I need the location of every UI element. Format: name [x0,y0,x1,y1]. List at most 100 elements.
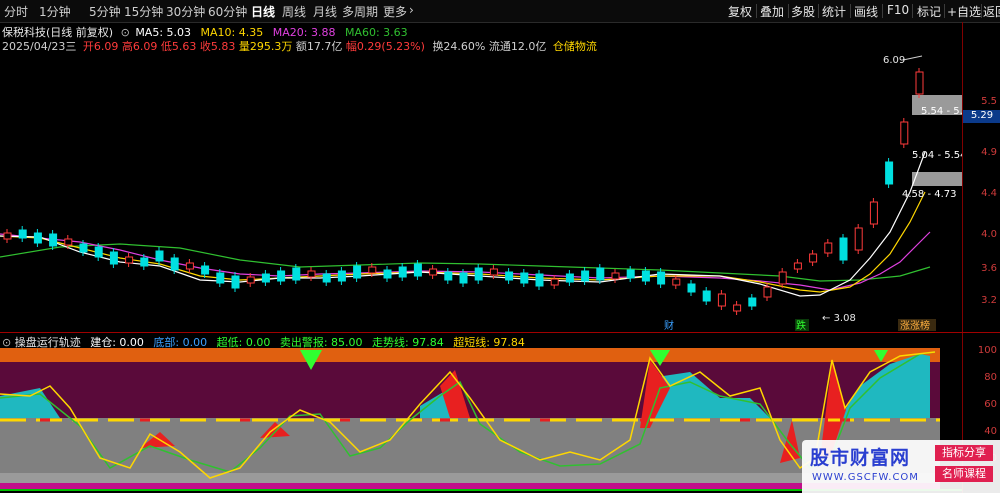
current-price-tag: 5.29 [963,110,1000,123]
candlesticks [3,68,924,315]
chevron-right-icon: › [409,3,414,17]
watermark-tag-1: 指标分享 [935,445,993,461]
price-tick: 3.6 [981,263,997,274]
divider [882,4,883,18]
tab-monthly[interactable]: 月线 [313,3,337,20]
f10-button[interactable]: F10 [887,3,909,17]
price-tick: 4.4 [981,188,997,199]
indicator-tick: 40 [984,426,997,437]
indicator-tick: 100 [977,345,997,356]
divider [756,4,757,18]
candle-body [140,257,149,267]
candle-body [778,271,787,285]
candle-body [717,293,726,307]
candle-body [839,237,848,261]
stats-button[interactable]: 统计 [822,3,846,20]
candle-body [353,265,362,279]
divider [850,4,851,18]
tab-daily[interactable]: 日线 [251,3,275,20]
pane-divider [0,332,1000,333]
candle-body [383,269,392,279]
floor-zone [0,473,940,483]
lower-zone [0,418,940,473]
candle-body [474,267,483,281]
divider [981,4,982,18]
finance-event-marker[interactable]: 财 [664,319,674,332]
low-price-label: ← 3.08 [822,313,856,324]
candle-body [611,272,620,280]
candle-body [231,275,240,289]
candle-body [201,265,210,275]
draw-line-button[interactable]: 画线 [854,3,878,20]
limit-up-marker[interactable]: 涨涨榜 [900,319,930,332]
candle-body [687,283,696,293]
tab-15min[interactable]: 15分钟 [124,3,163,20]
candle-body [489,268,498,276]
divider [912,4,913,18]
candle-body [398,266,407,278]
candle-body [596,267,605,281]
candle-body [64,238,73,246]
price-axis: 5.5 4.9 4.4 4.0 3.6 3.2 5.29 [962,22,1000,332]
watermark-site: 股市财富网 [810,447,911,469]
candle-body [337,270,346,282]
candle-body [854,227,863,251]
candle-body [3,232,12,240]
overlay-button[interactable]: 叠加 [760,3,784,20]
candle-body [216,272,225,284]
candle-body [49,233,58,247]
price-tick: 3.2 [981,295,997,306]
watermark-tag-2: 名师课程 [935,466,993,482]
tab-more[interactable]: 更多 [383,3,407,20]
candle-body [748,297,757,307]
tab-60min[interactable]: 60分钟 [208,3,247,20]
multi-stock-button[interactable]: 多股 [791,3,815,20]
divider [944,4,945,18]
candle-body [155,250,164,262]
gap-label-2: 5.04 - 5.54 [912,150,962,161]
divider [818,4,819,18]
candle-body [733,304,742,312]
candle-body [277,270,286,282]
kline-chart[interactable]: 6.09 ← 3.08 5.54 - 5. 5.04 - 5.54 4.58 -… [0,52,962,332]
tab-30min[interactable]: 30分钟 [166,3,205,20]
candle-body [702,290,711,302]
indicator-tick: 60 [984,399,997,410]
candle-body [915,71,924,95]
candle-body [170,257,179,271]
candle-body [292,267,301,281]
candle-body [33,232,42,244]
candle-body [763,286,772,298]
candle-body [307,270,316,278]
gap-label-1: 5.54 - 5. [921,106,962,117]
candle-body [18,229,27,239]
tab-fenshi[interactable]: 分时 [4,3,28,20]
candle-body [368,266,377,274]
divider [788,4,789,18]
candle-body [246,276,255,284]
back-button[interactable]: 返回 [983,3,1000,20]
candle-body [793,262,802,270]
candle-body [322,273,331,283]
watermark-url: WWW.GSCFW.COM [812,472,919,483]
candle-body [565,273,574,283]
tab-1min[interactable]: 1分钟 [39,3,71,20]
fuquan-button[interactable]: 复权 [728,3,752,20]
gap-label-3: 4.58 - 4.73 [902,189,957,200]
candle-body [79,243,88,253]
mark-button[interactable]: 标记 [917,3,941,20]
candle-body [125,256,134,264]
high-price-label: 6.09 [883,55,905,66]
drop-event-marker[interactable]: 跌 [796,319,806,332]
period-toolbar: 分时 1分钟 5分钟 15分钟 30分钟 60分钟 日线 周线 月线 多周期 更… [0,0,1000,23]
tab-multi-period[interactable]: 多周期 [342,3,378,20]
candle-body [869,201,878,225]
watermark: 股市财富网 WWW.GSCFW.COM 指标分享 名师课程 [802,440,1000,493]
tab-weekly[interactable]: 周线 [282,3,306,20]
candle-body [505,271,514,281]
tab-5min[interactable]: 5分钟 [89,3,121,20]
bottom-band [0,483,940,490]
candle-body [900,121,909,145]
add-favorite-button[interactable]: +自选 [947,3,981,20]
price-tick: 4.9 [981,147,997,158]
